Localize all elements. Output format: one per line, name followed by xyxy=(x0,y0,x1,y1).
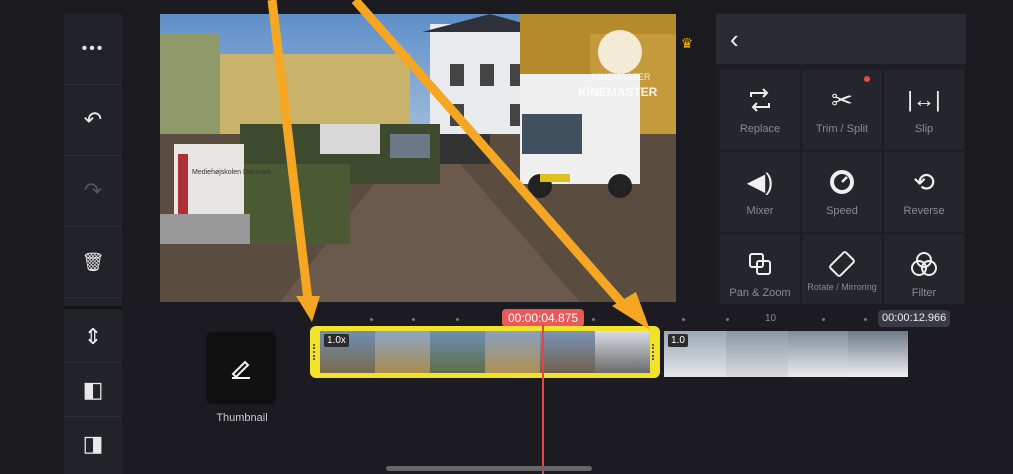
watermark-line2: KINEMASTER xyxy=(578,85,658,99)
more-button[interactable]: ••• xyxy=(64,14,122,85)
playhead[interactable] xyxy=(542,324,544,474)
filter-icon xyxy=(884,248,964,280)
tool-trim-split[interactable]: ✂ Trim / Split xyxy=(802,70,882,150)
pan-zoom-icon xyxy=(720,248,800,280)
panel-header: ‹ xyxy=(716,14,966,64)
trim-handle-right[interactable] xyxy=(652,344,657,360)
delete-button[interactable]: 🗑 xyxy=(64,227,122,298)
tool-label: Pan & Zoom xyxy=(729,287,791,299)
video-preview[interactable]: Mediehøjskolen Danmark KINEMASTER KINEMA… xyxy=(160,14,676,302)
watermark-line1: KINEMASTER xyxy=(592,72,651,82)
undo-icon: ↶ xyxy=(83,107,103,132)
end-timecode: 00:00:12.966 xyxy=(878,310,951,327)
tool-replace[interactable]: Replace xyxy=(720,70,800,150)
clip-speed-badge: 1.0x xyxy=(324,334,349,347)
scissors-icon: ✂ xyxy=(831,84,853,115)
tool-reverse[interactable]: ⟲ Reverse xyxy=(884,152,964,232)
premium-crown-icon[interactable]: ♛ xyxy=(676,32,698,54)
trim-handle-left[interactable] xyxy=(313,344,318,360)
tool-label: Filter xyxy=(911,287,937,299)
replace-icon xyxy=(720,84,800,116)
crop-start-icon: ◧ xyxy=(82,377,104,402)
timeline[interactable]: 10 00:00:04.875 00:00:12.966 Thumbnail 1… xyxy=(122,304,1013,474)
tool-pan-zoom[interactable]: Pan & Zoom xyxy=(720,234,800,314)
kinemaster-logo-icon xyxy=(598,30,642,74)
tool-label: Slip xyxy=(914,123,934,135)
delete-icon: 🗑 xyxy=(81,251,105,272)
crop-start-button[interactable]: ◧ xyxy=(64,364,122,417)
speaker-icon: ◀) xyxy=(746,168,774,196)
clip-speed-badge: 1.0 xyxy=(668,334,688,347)
left-toolbar: ••• ↶ ↷ 🗑 ⇕ ◧ ◨ xyxy=(64,14,122,474)
tool-rotate-mirroring[interactable]: Rotate / Mirroring xyxy=(802,234,882,314)
tool-speed[interactable]: Speed xyxy=(802,152,882,232)
pencil-icon xyxy=(231,360,250,379)
clip-tools-panel: ‹ Replace ✂ Trim / Split |↔| Slip ◀) Mix… xyxy=(716,14,966,314)
tool-label: Mixer xyxy=(746,205,774,217)
rotate-icon xyxy=(802,248,882,280)
sign-text: Mediehøjskolen Danmark xyxy=(192,169,272,176)
track-height-button[interactable]: ⇕ xyxy=(64,312,122,363)
thumbnail-button[interactable] xyxy=(206,332,276,404)
tool-label: Trim / Split xyxy=(815,123,869,135)
crop-end-button[interactable]: ◨ xyxy=(64,418,122,470)
new-badge xyxy=(864,76,870,82)
redo-button[interactable]: ↷ xyxy=(64,156,122,227)
redo-icon: ↷ xyxy=(83,178,103,203)
speedometer-icon xyxy=(802,166,882,198)
tool-label: Speed xyxy=(826,205,858,217)
tool-label: Replace xyxy=(739,123,781,135)
tool-label: Rotate / Mirroring xyxy=(807,282,877,292)
toolbar-divider xyxy=(64,306,122,309)
home-indicator xyxy=(386,466,592,471)
more-icon: ••• xyxy=(81,40,105,57)
thumbnail-label: Thumbnail xyxy=(216,412,268,424)
reverse-icon: ⟲ xyxy=(913,166,935,197)
undo-button[interactable]: ↶ xyxy=(64,85,122,156)
slip-icon: |↔| xyxy=(907,87,941,112)
clip-frames: 1.0x xyxy=(320,331,650,373)
kinemaster-editor: ••• ↶ ↷ 🗑 ⇕ ◧ ◨ Mediehøjskolen Danmark K… xyxy=(0,0,1013,474)
tool-mixer[interactable]: ◀) Mixer xyxy=(720,152,800,232)
tool-label: Reverse xyxy=(903,205,945,217)
preview-scene: Mediehøjskolen Danmark KINEMASTER KINEMA… xyxy=(160,14,676,302)
ruler-mark: 10 xyxy=(765,313,777,324)
back-button[interactable]: ‹ xyxy=(730,24,739,55)
tool-slip[interactable]: |↔| Slip xyxy=(884,70,964,150)
timeline-clip[interactable]: 1.0 xyxy=(664,331,908,377)
selected-clip[interactable]: 1.0x xyxy=(310,326,660,378)
tool-filter[interactable]: Filter xyxy=(884,234,964,314)
crop-end-icon: ◨ xyxy=(82,431,104,456)
track-height-icon: ⇕ xyxy=(83,324,103,349)
